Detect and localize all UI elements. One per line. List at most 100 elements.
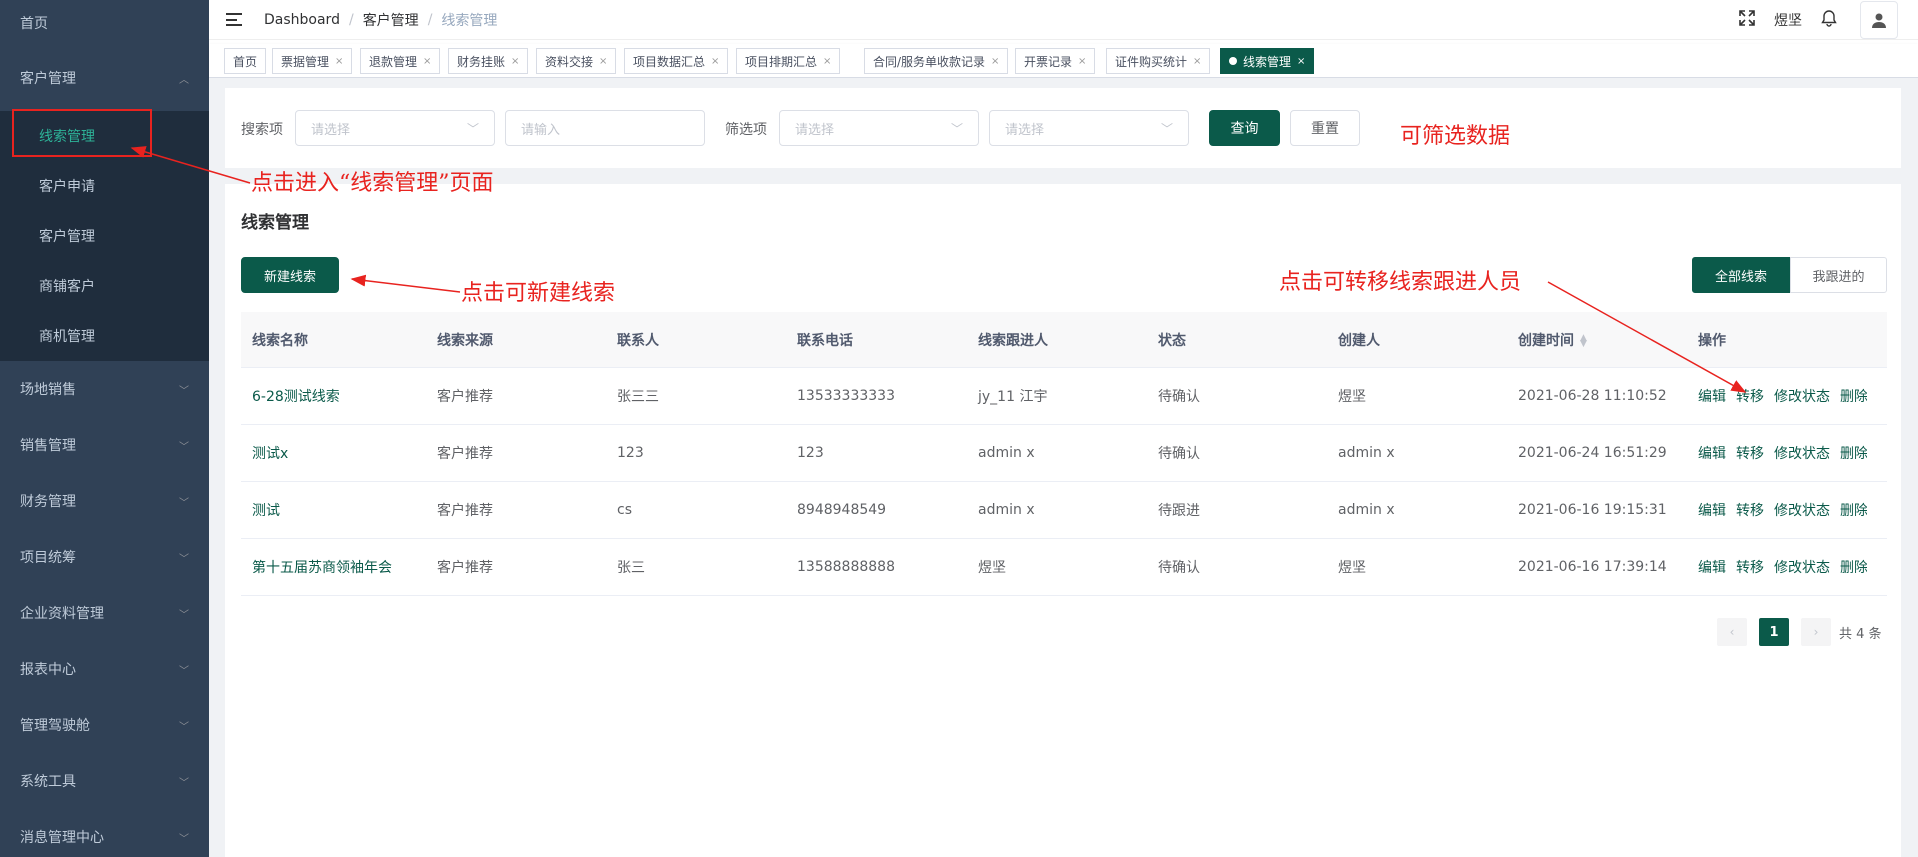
submenu-item-opportunity[interactable]: 商机管理 <box>0 311 209 361</box>
menu-enterprise-docs[interactable]: 企业资料管理 ﹀ <box>0 585 209 641</box>
lead-name-link[interactable]: 测试 <box>241 500 426 520</box>
tag-project-summary[interactable]: 项目数据汇总 × <box>624 48 729 74</box>
query-button[interactable]: 查询 <box>1209 110 1280 146</box>
delete-link[interactable]: 删除 <box>1840 389 1867 405</box>
toggle-my-leads[interactable]: 我跟进的 <box>1790 257 1887 293</box>
table-cell: 张三三 <box>617 389 659 405</box>
tag-label: 线索管理 <box>1243 54 1292 69</box>
menu-label: 企业资料管理 <box>20 606 104 622</box>
close-icon[interactable]: × <box>1193 56 1201 67</box>
delete-link[interactable]: 删除 <box>1840 503 1867 519</box>
delete-link[interactable]: 删除 <box>1840 560 1867 576</box>
tag-handover[interactable]: 资料交接 × <box>536 48 617 74</box>
chevron-down-icon: ﹀ <box>179 553 189 565</box>
menu-system-tools[interactable]: 系统工具 ﹀ <box>0 753 209 809</box>
select-placeholder: 请选择 <box>795 122 835 138</box>
close-icon[interactable]: × <box>991 56 999 67</box>
close-icon[interactable]: × <box>711 56 719 67</box>
new-lead-button[interactable]: 新建线索 <box>241 257 339 293</box>
row-actions: 编辑 转移 修改状态 删除 <box>1687 386 1867 406</box>
menu-finance[interactable]: 财务管理 ﹀ <box>0 473 209 529</box>
tag-contract[interactable]: 合同/服务单收款记录 × <box>864 48 1009 74</box>
transfer-link[interactable]: 转移 <box>1736 503 1764 519</box>
transfer-link[interactable]: 转移 <box>1736 560 1764 576</box>
breadcrumb-separator: / <box>348 11 354 28</box>
lead-name-link[interactable]: 6-28测试线索 <box>241 386 426 406</box>
edit-link[interactable]: 编辑 <box>1698 503 1726 519</box>
tag-certificate[interactable]: 证件购买统计 × <box>1106 48 1211 74</box>
breadcrumb-separator: / <box>427 11 433 28</box>
avatar[interactable] <box>1860 1 1898 39</box>
menu-message-center[interactable]: 消息管理中心 ﹀ <box>0 809 209 857</box>
edit-link[interactable]: 编辑 <box>1698 560 1726 576</box>
delete-link[interactable]: 删除 <box>1840 446 1867 462</box>
chevron-down-icon: ﹀ <box>179 777 189 789</box>
close-icon[interactable]: × <box>511 56 519 67</box>
sort-icon[interactable]: ▲ ▼ <box>1580 333 1587 348</box>
hamburger-icon[interactable] <box>226 13 242 26</box>
toggle-label: 我跟进的 <box>1812 269 1865 285</box>
bell-icon[interactable] <box>1820 9 1838 31</box>
chevron-down-icon: ﹀ <box>1160 121 1173 136</box>
fullscreen-icon[interactable] <box>1738 9 1756 31</box>
breadcrumb-item[interactable]: Dashboard <box>264 12 340 28</box>
filter-select-1[interactable]: 请选择 ﹀ <box>779 110 979 146</box>
prev-page-button[interactable]: ‹ <box>1717 618 1747 646</box>
tag-schedule[interactable]: 项目排期汇总 × <box>736 48 841 74</box>
column-header: 操作 <box>1698 332 1726 349</box>
menu-reports[interactable]: 报表中心 ﹀ <box>0 641 209 697</box>
search-input[interactable]: 请输入 <box>505 110 705 146</box>
chevron-down-icon: ﹀ <box>179 385 189 397</box>
filter-select-2[interactable]: 请选择 ﹀ <box>989 110 1189 146</box>
next-page-button[interactable]: › <box>1801 618 1831 646</box>
close-icon[interactable]: × <box>823 56 831 67</box>
current-page[interactable]: 1 <box>1759 618 1789 646</box>
annotation-highlight-box <box>12 109 152 157</box>
submenu-item-shop-customer[interactable]: 商铺客户 <box>0 261 209 311</box>
menu-home[interactable]: 首页 <box>0 0 209 45</box>
search-field-select[interactable]: 请选择 ﹀ <box>295 110 495 146</box>
chevron-down-icon: ﹀ <box>179 497 189 509</box>
tag-finance[interactable]: 财务挂账 × <box>448 48 529 74</box>
table-cell: 123 <box>797 445 824 461</box>
breadcrumb-item[interactable]: 客户管理 <box>363 10 419 30</box>
column-header-sortable[interactable]: 创建时间 ▲ ▼ <box>1507 330 1687 350</box>
lead-name-link[interactable]: 第十五届苏商领袖年会 <box>241 557 426 577</box>
tag-bill[interactable]: 票据管理 × <box>272 48 353 74</box>
change-status-link[interactable]: 修改状态 <box>1774 560 1830 576</box>
menu-venue-sales[interactable]: 场地销售 ﹀ <box>0 361 209 417</box>
submenu-item-customer-manage[interactable]: 客户管理 <box>0 211 209 261</box>
change-status-link[interactable]: 修改状态 <box>1774 503 1830 519</box>
close-icon[interactable]: × <box>599 56 607 67</box>
change-status-link[interactable]: 修改状态 <box>1774 446 1830 462</box>
close-icon[interactable]: × <box>423 56 431 67</box>
annotation-enter-page: 点击进入“线索管理”页面 <box>251 171 494 196</box>
column-header: 创建人 <box>1338 332 1380 349</box>
tag-home[interactable]: 首页 <box>224 48 267 74</box>
edit-link[interactable]: 编辑 <box>1698 389 1726 405</box>
lead-name-link[interactable]: 测试x <box>241 443 426 463</box>
transfer-link[interactable]: 转移 <box>1736 446 1764 462</box>
table-cell: 张三 <box>617 560 645 576</box>
close-icon[interactable]: × <box>1297 56 1305 67</box>
menu-cockpit[interactable]: 管理驾驶舱 ﹀ <box>0 697 209 753</box>
user-icon <box>1872 13 1886 28</box>
menu-sales[interactable]: 销售管理 ﹀ <box>0 417 209 473</box>
username[interactable]: 煜坚 <box>1774 10 1802 30</box>
column-header: 线索来源 <box>437 332 493 349</box>
table-cell: 待确认 <box>1158 446 1200 462</box>
reset-button[interactable]: 重置 <box>1290 110 1360 146</box>
edit-link[interactable]: 编辑 <box>1698 446 1726 462</box>
column-header: 联系电话 <box>797 332 853 349</box>
toggle-all-leads[interactable]: 全部线索 <box>1692 257 1790 293</box>
menu-customer-management[interactable]: 客户管理 ︿ <box>0 45 209 111</box>
transfer-link[interactable]: 转移 <box>1736 389 1764 405</box>
tag-invoice[interactable]: 开票记录 × <box>1015 48 1096 74</box>
submenu-item-customer-apply[interactable]: 客户申请 <box>0 161 209 211</box>
close-icon[interactable]: × <box>1078 56 1086 67</box>
tag-lead-management[interactable]: 线索管理 × <box>1220 48 1315 74</box>
tag-refund[interactable]: 退款管理 × <box>360 48 441 74</box>
change-status-link[interactable]: 修改状态 <box>1774 389 1830 405</box>
close-icon[interactable]: × <box>335 56 343 67</box>
menu-project[interactable]: 项目统筹 ﹀ <box>0 529 209 585</box>
